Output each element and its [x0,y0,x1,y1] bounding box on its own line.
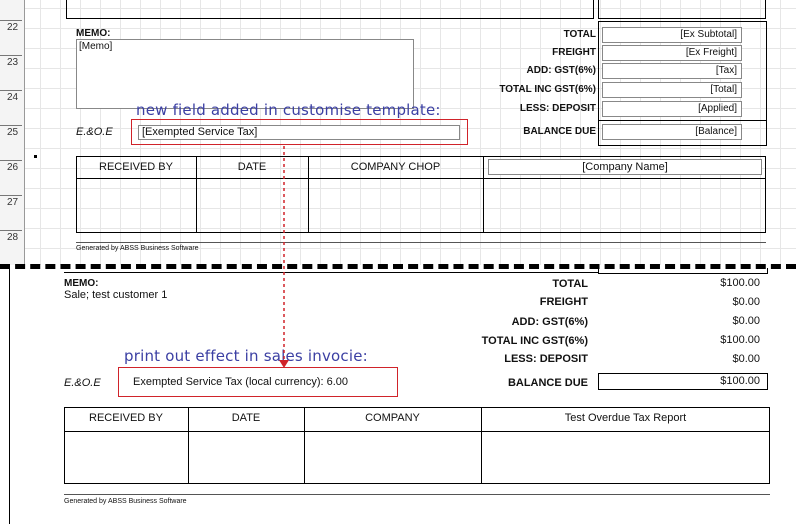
arrow-head [279,360,289,368]
connector-arrow [279,146,289,368]
